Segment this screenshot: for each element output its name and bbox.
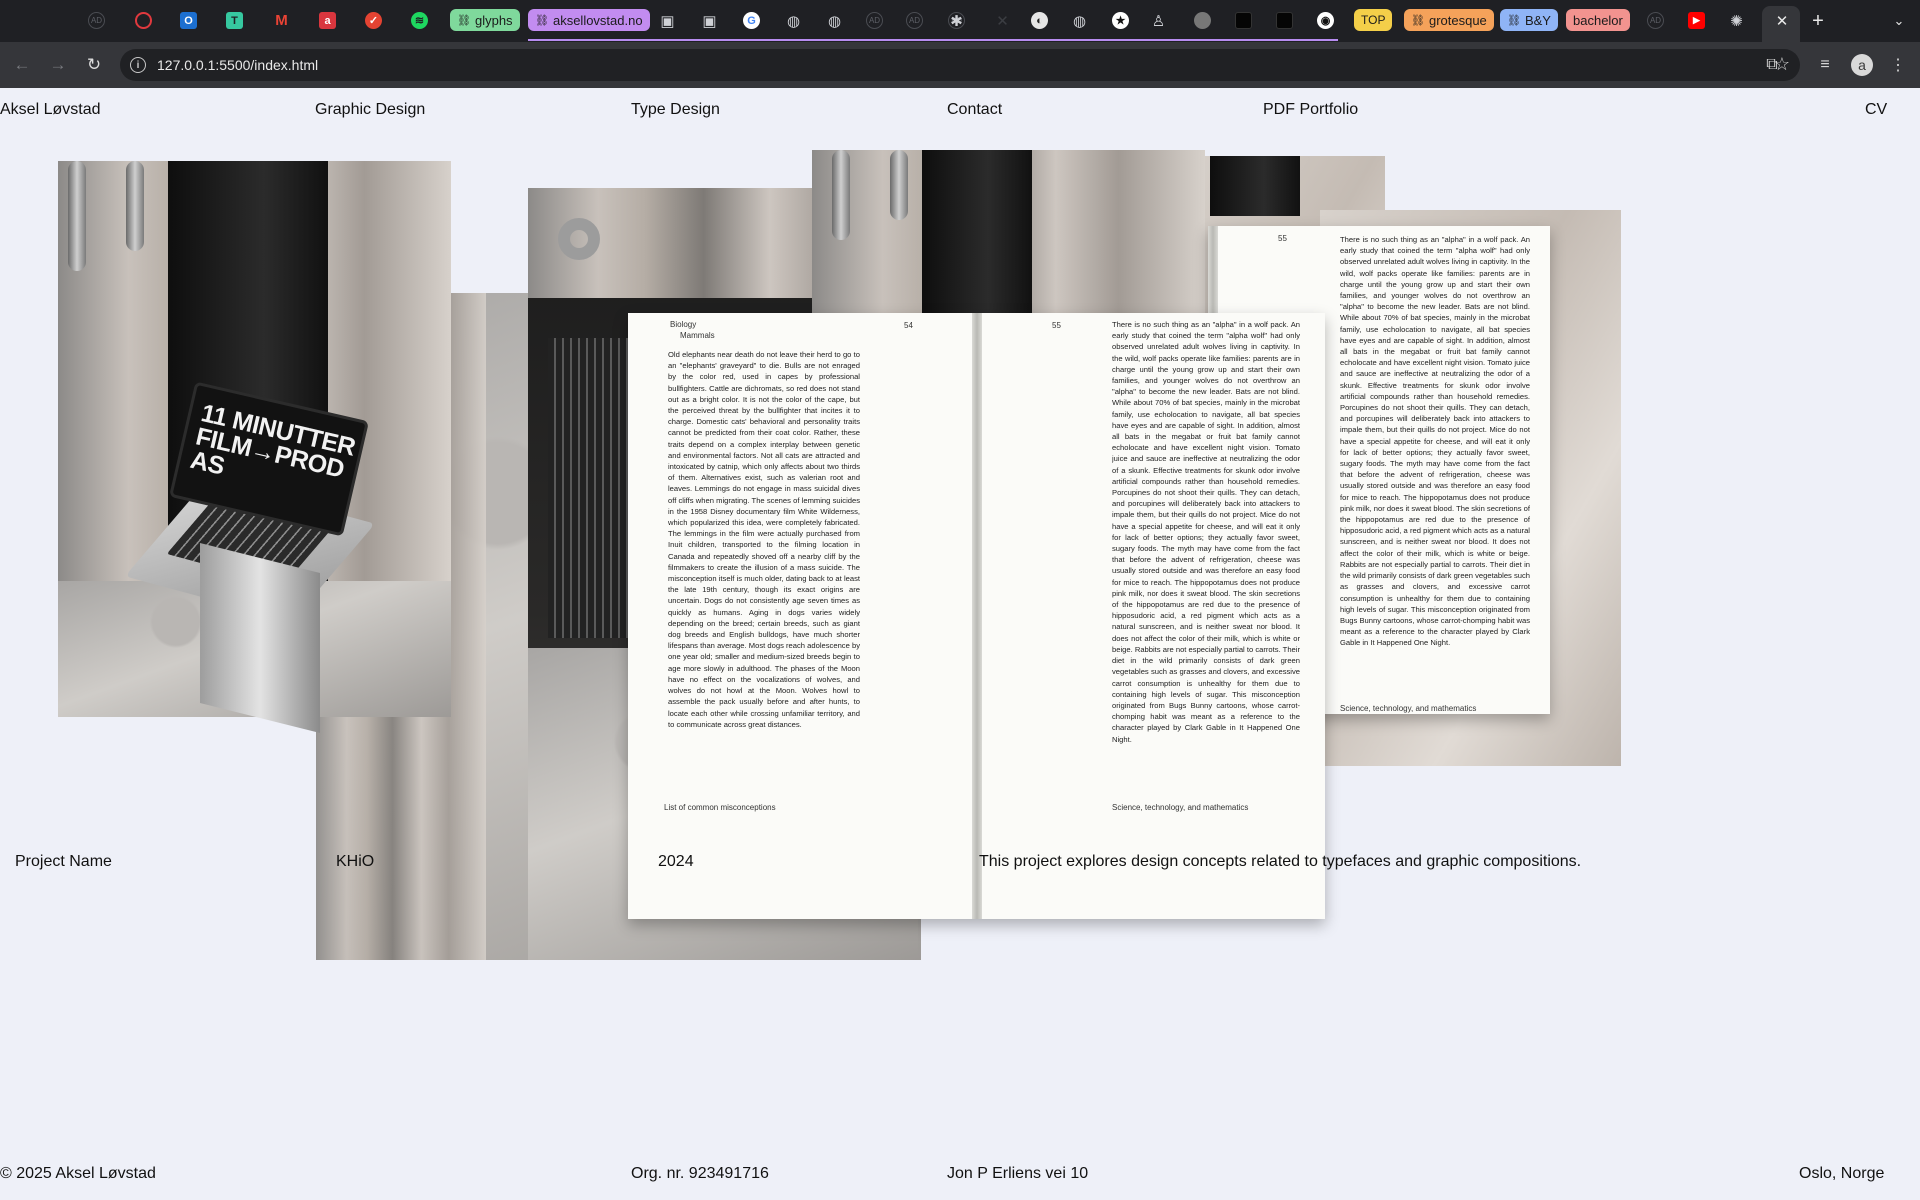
more-menu-icon[interactable]: ⋮ bbox=[1886, 53, 1910, 77]
project-description: This project explores design concepts re… bbox=[979, 853, 1582, 870]
openai-tab-icon[interactable]: ✺ bbox=[1728, 12, 1745, 30]
nav-type-design[interactable]: Type Design bbox=[631, 101, 720, 119]
nav-graphic-design[interactable]: Graphic Design bbox=[315, 101, 425, 119]
bus-tab-icon[interactable]: ▣ bbox=[659, 12, 676, 30]
asterisk-tab-icon[interactable]: ✱ bbox=[948, 12, 965, 30]
grey-dot-tab-icon[interactable] bbox=[1194, 12, 1211, 29]
teams-tab-icon[interactable]: T bbox=[226, 12, 243, 29]
red-app-tab-icon[interactable]: a bbox=[319, 12, 336, 29]
dark-tab-icon[interactable]: ✕ bbox=[994, 12, 1011, 30]
footer-org-number: Org. nr. 923491716 bbox=[631, 1165, 769, 1182]
right-page-text: There is no such thing as an "alpha" in … bbox=[1112, 320, 1300, 744]
brand-name[interactable]: Aksel Løvstad bbox=[0, 101, 100, 119]
github-tab-icon[interactable]: ◉ bbox=[1317, 12, 1334, 29]
page-number: 55 bbox=[1278, 234, 1287, 243]
close-tab-icon[interactable]: ✕ bbox=[1772, 11, 1792, 31]
nav-cv[interactable]: CV bbox=[1865, 101, 1887, 119]
globe-tab-icon[interactable]: ◍ bbox=[1071, 12, 1088, 30]
tab-glyphs[interactable]: ⛓ glyphs bbox=[450, 9, 520, 31]
tab-grotesque[interactable]: ⛓ grotesque bbox=[1404, 9, 1494, 31]
tab-b-and-y[interactable]: ⛓ B&Y bbox=[1500, 9, 1558, 31]
page-content: Aksel Løvstad Graphic Design Type Design… bbox=[0, 88, 1920, 1200]
red-ring-tab-icon[interactable] bbox=[135, 12, 152, 29]
running-head-biology: Biology bbox=[670, 320, 697, 329]
profile-avatar[interactable]: a bbox=[1851, 54, 1873, 76]
nav-pdf-portfolio[interactable]: PDF Portfolio bbox=[1263, 101, 1358, 119]
footer-copyright: © 2025 Aksel Løvstad bbox=[0, 1165, 156, 1182]
tab-top[interactable]: TOP bbox=[1354, 9, 1393, 31]
laptop-screen-text: 11 MINUTTER FILM→PROD AS bbox=[187, 399, 358, 484]
grey-circle-tab-icon[interactable]: AD bbox=[906, 12, 923, 29]
gmail-tab-icon[interactable]: M bbox=[273, 12, 290, 29]
link-icon: ⛓ bbox=[535, 14, 549, 27]
site-info-icon[interactable]: i bbox=[130, 57, 146, 73]
bus-tab-icon[interactable]: ▣ bbox=[701, 12, 718, 30]
black-square-tab-icon[interactable] bbox=[1235, 12, 1252, 29]
grey-circle-tab-icon[interactable]: AD bbox=[1647, 12, 1664, 29]
link-icon: ⛓ bbox=[1507, 14, 1521, 27]
left-page-footer: List of common misconceptions bbox=[664, 803, 776, 812]
open-book[interactable]: 54 55 Biology Mammals Old elephants near… bbox=[628, 313, 1325, 919]
globe-tab-icon[interactable]: ◍ bbox=[785, 12, 802, 30]
back-arrow-icon[interactable]: ← bbox=[8, 51, 36, 79]
youtube-tab-icon[interactable]: ▶ bbox=[1688, 12, 1705, 29]
media-controls-icon[interactable]: ≡ bbox=[1813, 53, 1837, 77]
left-page-number: 54 bbox=[904, 321, 913, 330]
tab-bachelor[interactable]: bachelor bbox=[1566, 9, 1630, 31]
puzzle-icon[interactable]: ⧉ bbox=[1760, 53, 1784, 77]
link-icon: ⛓ bbox=[457, 14, 471, 27]
right-page-footer: Science, technology, and mathematics bbox=[1112, 803, 1249, 812]
project-name: Project Name bbox=[15, 853, 112, 870]
black-square-tab-icon[interactable] bbox=[1276, 12, 1293, 29]
forward-arrow-icon[interactable]: → bbox=[44, 51, 72, 79]
nav-contact[interactable]: Contact bbox=[947, 101, 1002, 119]
google-tab-icon[interactable]: G bbox=[743, 12, 760, 29]
star-tab-icon[interactable]: ★ bbox=[1112, 12, 1129, 29]
todoist-tab-icon[interactable]: ✓ bbox=[365, 12, 382, 29]
new-tab-icon[interactable]: + bbox=[1806, 9, 1830, 33]
tab-group-underline bbox=[528, 39, 1338, 41]
browser-toolbar: ← → ↻ i 127.0.0.1:5500/index.html ☆ ⧉ ≡ … bbox=[0, 42, 1920, 88]
tab-aksellovstad[interactable]: ⛓ aksellovstad.no bbox=[528, 9, 650, 31]
browser-tab-bar: AD O T M a ✓ ≋ ⛓ glyphs ⛓ aksellovstad.no … bbox=[0, 0, 1920, 42]
footer-city: Oslo, Norge bbox=[1799, 1165, 1885, 1182]
left-page-text: Old elephants near death do not leave th… bbox=[668, 350, 860, 729]
project-year: 2024 bbox=[658, 853, 694, 870]
grey-circle-tab-icon[interactable]: AD bbox=[88, 12, 105, 29]
grey-circle-tab-icon[interactable]: AD bbox=[866, 12, 883, 29]
half-circle-tab-icon[interactable]: ◐ bbox=[1031, 12, 1048, 29]
chevron-down-icon[interactable]: ⌄ bbox=[1888, 10, 1910, 32]
link-icon: ⛓ bbox=[1411, 14, 1425, 27]
book-back-text: There is no such thing as an "alpha" in … bbox=[1340, 235, 1530, 648]
laptop-stand bbox=[200, 543, 320, 733]
spotify-tab-icon[interactable]: ≋ bbox=[411, 12, 428, 29]
project-client: KHiO bbox=[336, 853, 375, 870]
outlook-tab-icon[interactable]: O bbox=[180, 12, 197, 29]
address-bar[interactable]: i 127.0.0.1:5500/index.html ☆ bbox=[120, 49, 1800, 81]
right-page-number: 55 bbox=[1052, 321, 1061, 330]
figure-tab-icon[interactable]: ♙ bbox=[1150, 12, 1167, 30]
book-back-footer: Science, technology, and mathematics bbox=[1340, 704, 1477, 713]
project-caption: Project Name KHiO 2024 This project expl… bbox=[0, 853, 1920, 875]
running-head-mammals: Mammals bbox=[680, 331, 715, 340]
footer-address: Jon P Erliens vei 10 bbox=[947, 1165, 1089, 1182]
url-text[interactable]: 127.0.0.1:5500/index.html bbox=[157, 57, 318, 73]
reload-icon[interactable]: ↻ bbox=[80, 51, 108, 79]
globe-tab-icon[interactable]: ◍ bbox=[826, 12, 843, 30]
